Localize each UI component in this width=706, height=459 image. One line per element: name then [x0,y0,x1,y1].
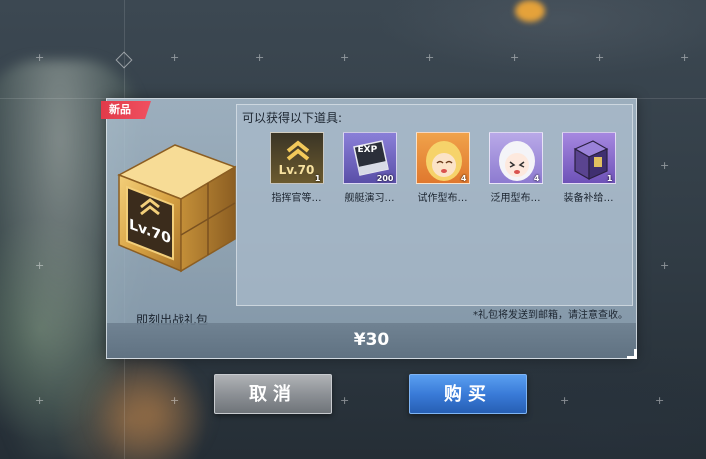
buy-button[interactable]: 购买 [409,374,527,414]
plus-marker-icon: + [340,51,350,64]
background-mascot [90,360,210,459]
plus-marker-icon: + [655,394,665,407]
background-light [515,0,545,22]
exp-book-icon: EXP 200 [342,132,397,184]
plus-marker-icon: + [595,51,605,64]
reward-label: 试作型布… [417,193,468,204]
plus-marker-icon: + [35,394,45,407]
reward-item[interactable]: EXP 200 舰艇演习… [333,132,406,204]
price-bar: ¥30 [107,323,636,358]
price-label: ¥30 [353,330,390,350]
level-up-icon: Lv.70 1 [269,132,324,184]
reward-item[interactable]: 4 泛用型布… [479,132,552,204]
plus-marker-icon: + [660,259,670,272]
universal-bulin-icon: 4 [488,132,543,184]
mail-notice: *礼包将发送到邮箱，请注意查收。 [473,310,628,321]
rewards-title: 可以获得以下道具: [242,111,343,125]
exp-icon-text: EXP [357,145,378,155]
reward-count: 1 [314,174,321,183]
plus-marker-icon: + [560,394,570,407]
reward-count: 4 [460,174,467,183]
reward-count: 1 [606,174,613,183]
equipment-box-icon: 1 [561,132,616,184]
corner-marker-icon [627,349,637,359]
cancel-button[interactable]: 取消 [214,374,332,414]
gift-crate-icon [117,144,237,273]
plus-marker-icon: + [35,51,45,64]
rewards-panel: 可以获得以下道具: Lv.70 1 指挥官等… EXP 200 舰艇演习… 4 … [236,104,633,306]
plus-marker-icon: + [170,51,180,64]
reward-label: 指挥官等… [271,193,322,204]
reward-count: 4 [533,174,540,183]
plus-marker-icon: + [510,51,520,64]
prototype-bulin-icon: 4 [415,132,470,184]
plus-marker-icon: + [660,159,670,172]
reward-item[interactable]: 4 试作型布… [406,132,479,204]
plus-marker-icon: + [340,394,350,407]
plus-marker-icon: + [35,259,45,272]
plus-marker-icon: + [425,51,435,64]
diamond-marker-icon [115,51,133,69]
plus-marker-icon: + [680,51,690,64]
reward-item[interactable]: 1 装备补给… [552,132,625,204]
reward-item[interactable]: Lv.70 1 指挥官等… [260,132,333,204]
plus-marker-icon: + [170,394,180,407]
gift-pack-dialog: 新品 Lv.70 即刻出战礼包 可以获得以下道具: Lv.70 1 指挥官等… … [101,98,637,359]
reward-label: 泛用型布… [490,193,541,204]
reward-label: 装备补给… [563,193,614,204]
reward-list: Lv.70 1 指挥官等… EXP 200 舰艇演习… 4 试作型布… 4 泛用… [260,132,625,204]
reward-label: 舰艇演习… [344,193,395,204]
new-badge: 新品 [101,101,151,119]
plus-marker-icon: + [255,51,265,64]
reward-count: 200 [376,174,394,183]
